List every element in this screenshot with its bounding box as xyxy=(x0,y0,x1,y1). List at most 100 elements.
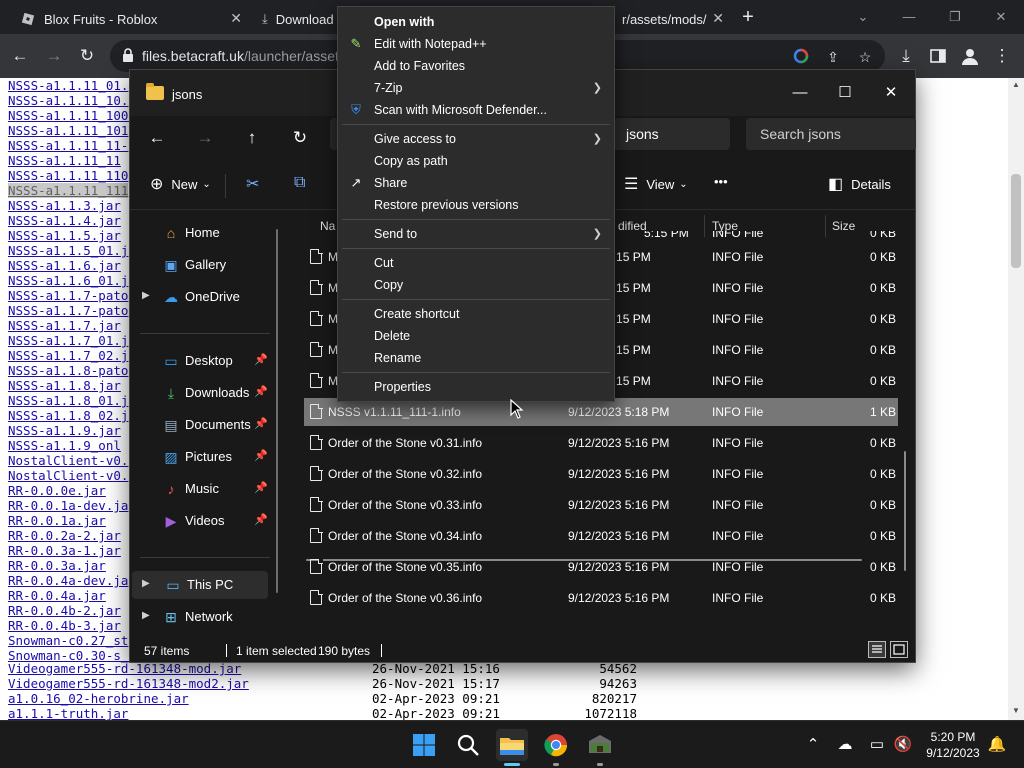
more-options-button[interactable]: ••• xyxy=(714,174,728,189)
tab-blox-fruits[interactable]: Blox Fruits - Roblox ✕ xyxy=(10,4,250,34)
volume-muted-icon[interactable]: 🔇 xyxy=(892,735,914,753)
file-link[interactable]: NSSS-a1.1.7.jar xyxy=(8,318,121,333)
file-link[interactable]: RR-0.0.4b-3.jar xyxy=(8,618,121,633)
pin-icon[interactable]: 📌 xyxy=(254,449,268,462)
pin-icon[interactable]: 📌 xyxy=(254,513,268,526)
sidebar-item-videos[interactable]: ▶ Videos 📌 xyxy=(130,507,280,535)
file-link[interactable]: RR-0.0.2a-2.jar xyxy=(8,528,121,543)
file-link[interactable]: RR-0.0.4a-dev.ja xyxy=(8,573,128,588)
menu-item-properties[interactable]: Properties xyxy=(338,376,614,398)
sidebar-item-desktop[interactable]: ▭ Desktop 📌 xyxy=(130,347,280,375)
file-link[interactable]: RR-0.0.4a.jar xyxy=(8,588,106,603)
file-link[interactable]: NSSS-a1.1.11_110 xyxy=(8,168,128,183)
sidebar-item-documents[interactable]: ▤ Documents 📌 xyxy=(130,411,280,439)
file-row[interactable]: Order of the Stone v0.33.info 9/12/2023 5… xyxy=(304,491,898,519)
share-icon[interactable]: ⇪ xyxy=(824,48,842,66)
minimize-icon[interactable]: — xyxy=(777,78,823,108)
menu-item-share[interactable]: ↗ Share xyxy=(338,172,614,194)
menu-item-restore-previous-versions[interactable]: Restore previous versions xyxy=(338,194,614,216)
notification-bell-icon[interactable]: 🔔 xyxy=(986,735,1008,753)
file-link[interactable]: NSSS-a1.1.7-pato xyxy=(8,303,128,318)
file-link[interactable]: a1.0.16_02-herobrine.jar xyxy=(8,691,189,706)
refresh-icon[interactable]: ↻ xyxy=(285,124,315,152)
file-link[interactable]: NSSS-a1.1.9.jar xyxy=(8,423,121,438)
file-link[interactable]: Videogamer555-rd-161348-mod2.jar xyxy=(8,676,249,691)
file-row[interactable]: Order of the Stone v0.35.info 9/12/2023 5… xyxy=(304,553,898,581)
search-input[interactable]: Search jsons xyxy=(746,118,916,150)
details-pane-button[interactable]: ◧ Details xyxy=(828,174,891,194)
pin-icon[interactable]: 📌 xyxy=(254,417,268,430)
file-link[interactable]: NSSS-a1.1.5.jar xyxy=(8,228,121,243)
chevron-right-icon[interactable]: ▶ xyxy=(142,290,150,301)
file-link[interactable]: NSSS-a1.1.3.jar xyxy=(8,198,121,213)
file-link[interactable]: NSSS-a1.1.8_01.j xyxy=(8,393,128,408)
file-link[interactable]: NSSS-a1.1.11_111 xyxy=(8,183,129,198)
sidebar-item-pictures[interactable]: ▨ Pictures 📌 xyxy=(130,443,280,471)
sidebar-item-network[interactable]: ▶ ⊞ Network xyxy=(130,603,280,631)
bookmark-star-icon[interactable]: ☆ xyxy=(856,48,874,66)
view-button[interactable]: ☰ View ⌄ xyxy=(624,174,688,194)
close-window-icon[interactable]: ✕ xyxy=(978,4,1024,30)
close-icon[interactable]: ✕ xyxy=(230,10,242,27)
file-link[interactable]: Snowman-c0.27_st xyxy=(8,633,128,648)
file-link[interactable]: NSSS-a1.1.6.jar xyxy=(8,258,121,273)
file-row[interactable]: Order of the Stone v0.36.info 9/12/2023 5… xyxy=(304,584,898,612)
file-link[interactable]: NSSS-a1.1.8.jar xyxy=(8,378,121,393)
close-icon[interactable]: ✕ xyxy=(868,78,914,108)
menu-item-7-zip[interactable]: 7-Zip ❯ xyxy=(338,77,614,99)
windows-start-icon[interactable] xyxy=(408,729,440,761)
forward-icon[interactable]: → xyxy=(42,44,66,68)
file-explorer-icon[interactable] xyxy=(496,729,528,761)
file-link[interactable]: a1.1.1-truth.jar xyxy=(8,706,128,720)
sidebar-item-downloads[interactable]: ⤓ Downloads 📌 xyxy=(130,379,280,407)
cloud-sync-icon[interactable]: ☁ xyxy=(834,735,856,753)
sidebar-item-music[interactable]: ♪ Music 📌 xyxy=(130,475,280,503)
menu-kebab-icon[interactable]: ⋮ xyxy=(990,44,1014,68)
menu-item-delete[interactable]: Delete xyxy=(338,325,614,347)
sidebar-item-this-pc[interactable]: ▶ ▭ This PC xyxy=(132,571,268,599)
menu-item-scan-with-microsoft-defender[interactable]: ⛨ Scan with Microsoft Defender... xyxy=(338,99,614,121)
file-link[interactable]: NostalClient-v0. xyxy=(8,468,128,483)
file-link[interactable]: NSSS-a1.1.11_100. xyxy=(8,108,136,123)
menu-item-edit-with-notepad[interactable]: ✎ Edit with Notepad++ xyxy=(338,33,614,55)
file-link[interactable]: NSSS-a1.1.5_01.j xyxy=(8,243,128,258)
details-view-icon[interactable] xyxy=(868,641,886,658)
menu-item-rename[interactable]: Rename xyxy=(338,347,614,369)
scrollbar-thumb[interactable] xyxy=(1011,174,1021,268)
file-link[interactable]: NSSS-a1.1.6_01.j xyxy=(8,273,128,288)
minimize-icon[interactable]: — xyxy=(886,4,932,30)
file-row[interactable]: Order of the Stone v0.34.info 9/12/2023 5… xyxy=(304,522,898,550)
file-link[interactable]: NSSS-a1.1.7_02.j xyxy=(8,348,128,363)
menu-item-send-to[interactable]: Send to ❯ xyxy=(338,223,614,245)
up-icon[interactable]: ↑ xyxy=(237,124,267,152)
file-link[interactable]: RR-0.0.0e.jar xyxy=(8,483,106,498)
system-clock[interactable]: 5:20 PM 9/12/2023 xyxy=(920,729,986,761)
file-row[interactable]: Order of the Stone v0.32.info 9/12/2023 5… xyxy=(304,460,898,488)
menu-item-add-to-favorites[interactable]: Add to Favorites xyxy=(338,55,614,77)
file-link[interactable]: NSSS-a1.1.7_01.j xyxy=(8,333,128,348)
file-link[interactable]: RR-0.0.1a.jar xyxy=(8,513,106,528)
sidebar-item-onedrive[interactable]: ▶ ☁ OneDrive xyxy=(130,283,280,311)
chrome-icon[interactable] xyxy=(540,729,572,761)
downloads-icon[interactable]: ⤓ xyxy=(894,44,918,68)
google-lens-icon[interactable] xyxy=(792,48,810,66)
file-link[interactable]: Videogamer555-rd-161348-mod.jar xyxy=(8,661,241,676)
file-link[interactable]: NSSS-a1.1.11_101 xyxy=(8,123,128,138)
file-row[interactable]: NSSS v1.1.11_111-1.info 9/12/2023 5:18 PM… xyxy=(304,398,898,426)
back-icon[interactable]: ← xyxy=(8,44,32,68)
file-link[interactable]: RR-0.0.4b-2.jar xyxy=(8,603,121,618)
search-icon[interactable] xyxy=(452,729,484,761)
file-link[interactable]: RR-0.0.3a.jar xyxy=(8,558,106,573)
copy-button[interactable]: ⧉ xyxy=(294,174,313,192)
profile-icon[interactable] xyxy=(958,44,982,68)
pin-icon[interactable]: 📌 xyxy=(254,481,268,494)
back-icon[interactable]: ← xyxy=(142,124,172,152)
maximize-icon[interactable]: ☐ xyxy=(822,78,868,108)
file-link[interactable]: NSSS-a1.1.8_02.j xyxy=(8,408,128,423)
tab-search-chevron-icon[interactable]: ⌄ xyxy=(840,4,886,30)
file-link[interactable]: NostalClient-v0. xyxy=(8,453,128,468)
reload-icon[interactable]: ↻ xyxy=(75,44,99,68)
scroll-down-icon[interactable]: ▼ xyxy=(1008,706,1024,715)
chevron-right-icon[interactable]: ▶ xyxy=(142,610,150,621)
menu-item-give-access-to[interactable]: Give access to ❯ xyxy=(338,128,614,150)
